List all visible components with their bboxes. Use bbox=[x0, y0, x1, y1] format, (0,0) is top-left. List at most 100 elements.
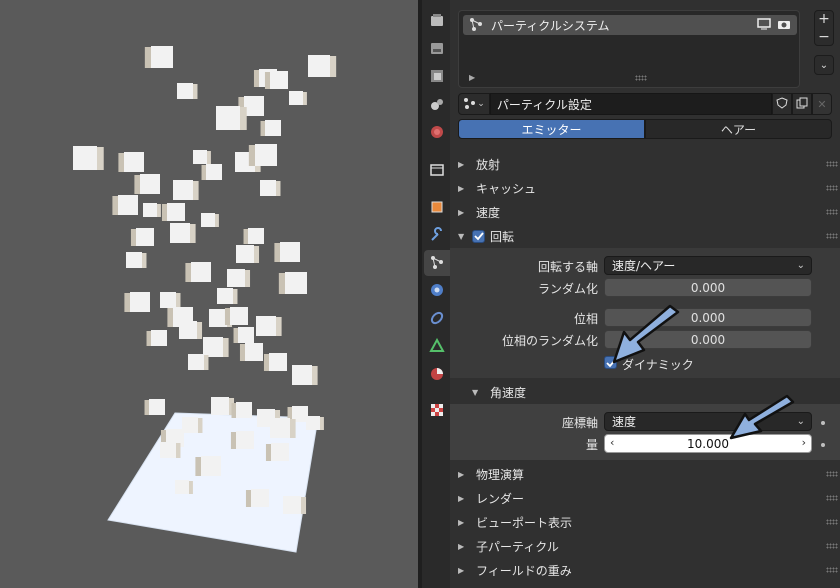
monitor-icon[interactable] bbox=[757, 18, 771, 33]
increment-arrow-icon[interactable]: › bbox=[802, 436, 806, 449]
drag-grip-icon[interactable] bbox=[826, 543, 838, 549]
tab-constraints[interactable] bbox=[424, 306, 450, 332]
particles-icon bbox=[469, 17, 483, 34]
panel-title: 速度 bbox=[476, 205, 501, 220]
rotation-axis-dropdown[interactable]: 速度/ヘアー ⌄ bbox=[604, 256, 812, 275]
tab-object[interactable] bbox=[424, 195, 450, 221]
output-icon bbox=[429, 40, 445, 59]
particle-cube bbox=[245, 489, 269, 507]
dynamic-checkbox[interactable] bbox=[604, 356, 617, 369]
chevron-down-icon: ⌄ bbox=[477, 99, 485, 109]
fake-user-button[interactable] bbox=[772, 93, 793, 115]
resize-grip-icon[interactable] bbox=[635, 75, 647, 81]
keyframe-dot-icon[interactable] bbox=[821, 443, 825, 447]
panel-physics[interactable]: ▶ 物理演算 bbox=[450, 462, 840, 486]
browse-settings-button[interactable]: ⌄ bbox=[458, 93, 490, 115]
drag-grip-icon[interactable] bbox=[826, 209, 838, 215]
panel-velocity[interactable]: ▶ 速度 bbox=[450, 200, 840, 224]
drag-grip-icon[interactable] bbox=[826, 185, 838, 191]
tab-modifier[interactable] bbox=[424, 223, 450, 249]
expand-list-icon[interactable]: ▶ bbox=[469, 73, 475, 82]
world-icon bbox=[429, 124, 445, 143]
panel-title: キャッシュ bbox=[476, 181, 537, 196]
particle-cube bbox=[144, 46, 173, 68]
tab-collection[interactable] bbox=[424, 158, 450, 184]
tab-world[interactable] bbox=[424, 120, 450, 146]
expand-arrow-icon: ▶ bbox=[458, 469, 465, 479]
drag-grip-icon[interactable] bbox=[826, 567, 838, 573]
drag-grip-icon[interactable] bbox=[826, 471, 838, 477]
tab-material[interactable] bbox=[424, 362, 450, 388]
decrement-arrow-icon[interactable]: ‹ bbox=[610, 436, 614, 449]
randomize-row: ランダム化 0.000 bbox=[450, 278, 840, 298]
tab-texture[interactable] bbox=[424, 398, 450, 424]
particle-cube bbox=[144, 399, 165, 415]
particle-cube bbox=[264, 71, 288, 89]
panel-cache[interactable]: ▶ キャッシュ bbox=[450, 176, 840, 200]
list-item[interactable]: パーティクルシステム bbox=[463, 15, 797, 35]
tab-particles[interactable] bbox=[424, 250, 450, 276]
3d-viewport[interactable] bbox=[0, 0, 418, 588]
tab-render[interactable] bbox=[424, 8, 450, 34]
constraints-icon bbox=[429, 310, 445, 329]
chevron-down-icon: ⌄ bbox=[796, 416, 805, 427]
randomize-field[interactable]: 0.000 bbox=[604, 278, 812, 297]
keyframe-dot-icon[interactable] bbox=[821, 421, 825, 425]
panel-angular-velocity[interactable]: ▼ 角速度 bbox=[450, 380, 840, 404]
add-slot-button[interactable]: + bbox=[818, 11, 830, 27]
particle-cube bbox=[306, 416, 324, 430]
expand-arrow-icon: ▶ bbox=[458, 493, 465, 503]
particle-cube bbox=[112, 195, 138, 215]
amount-field[interactable]: ‹ 10.000 › bbox=[604, 434, 812, 453]
object-icon bbox=[429, 199, 445, 218]
rotation-enable-checkbox[interactable] bbox=[472, 229, 485, 243]
properties-tab-bar bbox=[422, 0, 450, 588]
particle-cube bbox=[289, 91, 307, 105]
particle-cube bbox=[177, 83, 198, 99]
angular-axis-dropdown[interactable]: 速度 ⌄ bbox=[604, 412, 812, 431]
tab-data[interactable] bbox=[424, 334, 450, 360]
panel-field-weights[interactable]: ▶ フィールドの重み bbox=[450, 558, 840, 582]
panel-viewport-display[interactable]: ▶ ビューポート表示 bbox=[450, 510, 840, 534]
unlink-button[interactable]: ✕ bbox=[812, 93, 833, 115]
particle-cube bbox=[124, 292, 150, 312]
field-label: 位相のランダム化 bbox=[501, 334, 598, 348]
particle-cube bbox=[274, 242, 300, 262]
drag-grip-icon[interactable] bbox=[826, 495, 838, 501]
drag-grip-icon[interactable] bbox=[826, 161, 838, 167]
particle-cube bbox=[179, 321, 203, 339]
texture-icon bbox=[429, 402, 445, 421]
view-layer-icon bbox=[429, 68, 445, 87]
panel-rotation[interactable]: ▼ 回転 bbox=[450, 224, 840, 248]
tab-scene[interactable] bbox=[424, 92, 450, 118]
tab-output[interactable] bbox=[424, 36, 450, 62]
particle-cube bbox=[126, 252, 147, 268]
phase-random-field[interactable]: 0.000 bbox=[604, 330, 812, 349]
particle-system-list[interactable]: パーティクルシステム ▶ bbox=[458, 10, 800, 88]
amount-value: 10.000 bbox=[687, 436, 729, 451]
phase-field[interactable]: 0.000 bbox=[604, 308, 812, 327]
panel-children[interactable]: ▶ 子パーティクル bbox=[450, 534, 840, 558]
panel-render[interactable]: ▶ レンダー bbox=[450, 486, 840, 510]
tab-hair[interactable]: ヘアー bbox=[645, 119, 832, 139]
camera-icon[interactable] bbox=[777, 18, 791, 33]
drag-grip-icon[interactable] bbox=[826, 233, 838, 239]
settings-name-field[interactable]: パーティクル設定 bbox=[489, 93, 773, 115]
tab-view-layer[interactable] bbox=[424, 64, 450, 90]
particle-cube bbox=[231, 402, 252, 418]
panel-emission[interactable]: ▶ 放射 bbox=[450, 152, 840, 176]
field-label: ランダム化 bbox=[537, 282, 598, 296]
render-icon bbox=[429, 12, 445, 31]
particle-cube bbox=[260, 120, 281, 136]
duplicate-button[interactable] bbox=[792, 93, 813, 115]
drag-grip-icon[interactable] bbox=[826, 519, 838, 525]
particle-cube bbox=[248, 144, 277, 166]
specials-menu-button[interactable]: ⌄ bbox=[814, 55, 834, 75]
remove-slot-button[interactable]: − bbox=[818, 29, 830, 45]
particle-cube bbox=[211, 397, 235, 415]
tab-emitter[interactable]: エミッター bbox=[458, 119, 645, 139]
particle-cube bbox=[292, 365, 318, 385]
particle-cube bbox=[160, 442, 181, 458]
tab-physics[interactable] bbox=[424, 278, 450, 304]
close-icon: ✕ bbox=[817, 97, 827, 111]
